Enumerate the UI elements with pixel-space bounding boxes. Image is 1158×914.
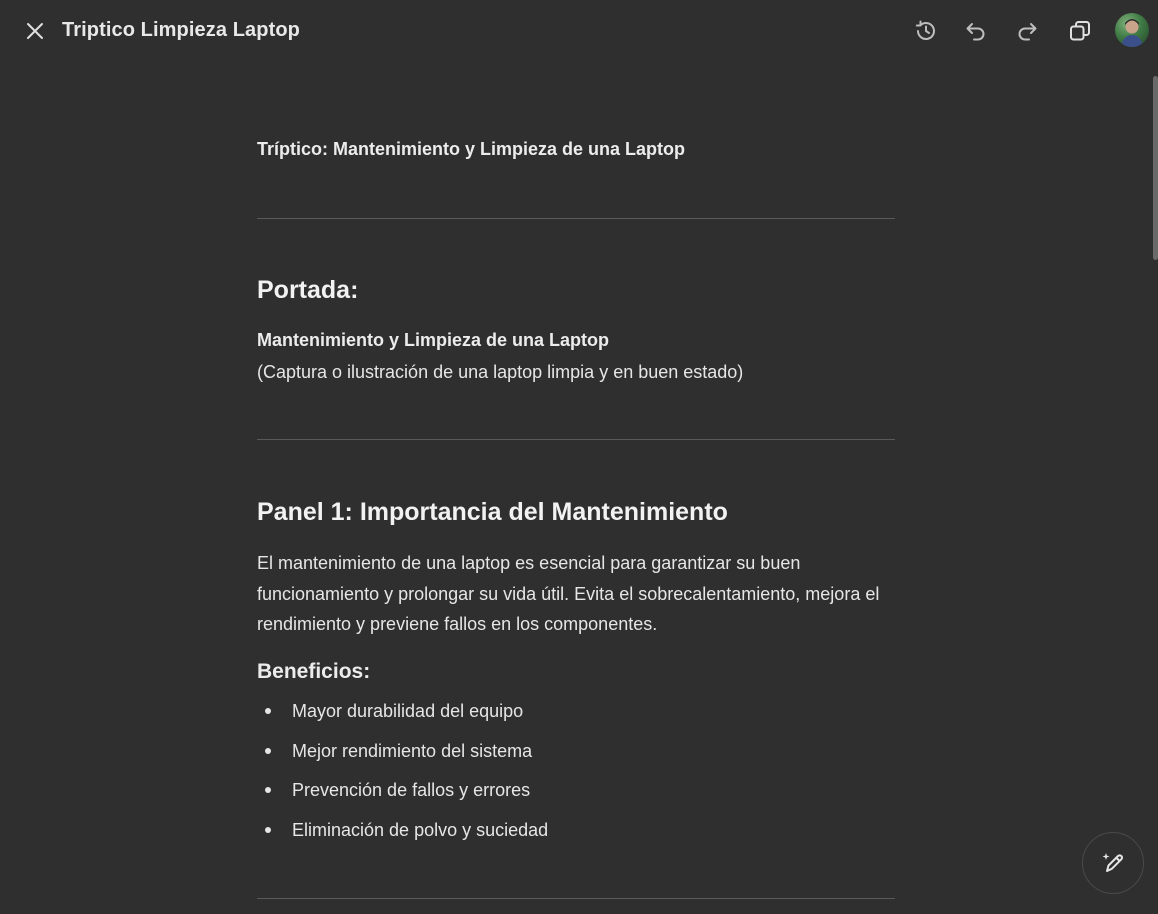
divider bbox=[257, 898, 895, 899]
avatar[interactable] bbox=[1115, 13, 1149, 47]
close-button[interactable] bbox=[22, 18, 48, 44]
list-item: Mejor rendimiento del sistema bbox=[257, 736, 548, 776]
history-button[interactable] bbox=[911, 16, 941, 46]
section-title-portada: Portada: bbox=[257, 276, 359, 304]
list-item: Eliminación de polvo y suciedad bbox=[257, 815, 548, 855]
bullet-icon bbox=[265, 826, 271, 833]
section-title-panel-1: Panel 1: Importancia del Mantenimiento bbox=[257, 498, 728, 526]
document-heading: Tríptico: Mantenimiento y Limpieza de un… bbox=[257, 139, 686, 159]
divider bbox=[257, 218, 895, 219]
list-item-text: Eliminación de polvo y suciedad bbox=[292, 819, 549, 840]
panel-1-paragraph: El mantenimiento de una laptop es esenci… bbox=[257, 553, 880, 634]
edit-suggestions-button[interactable] bbox=[1082, 832, 1144, 894]
benefits-heading: Beneficios: bbox=[257, 660, 371, 683]
undo-button[interactable] bbox=[961, 16, 991, 46]
close-icon bbox=[27, 23, 43, 39]
portada-subtitle: Mantenimiento y Limpieza de una Laptop bbox=[257, 330, 610, 350]
portada-note: (Captura o ilustración de una laptop lim… bbox=[257, 362, 744, 382]
list-item-text: Prevención de fallos y errores bbox=[292, 780, 531, 800]
bullet-icon bbox=[265, 747, 271, 754]
list-item-text: Mayor durabilidad del equipo bbox=[292, 701, 524, 721]
list-item-text: Mejor rendimiento del sistema bbox=[292, 740, 533, 761]
avatar-image bbox=[1121, 19, 1143, 47]
list-item: Mayor durabilidad del equipo bbox=[257, 696, 548, 736]
history-icon bbox=[915, 20, 935, 40]
edit-sparkle-icon bbox=[1102, 853, 1123, 872]
copy-button[interactable] bbox=[1065, 16, 1095, 46]
redo-icon bbox=[1018, 23, 1037, 41]
list-item: Prevención de fallos y errores bbox=[257, 775, 548, 815]
copy-icon bbox=[1070, 21, 1090, 41]
bullet-icon bbox=[265, 708, 271, 714]
bullet-icon bbox=[265, 787, 271, 793]
top-bar: Triptico Limpieza Laptop bbox=[0, 0, 1158, 62]
undo-icon bbox=[966, 23, 985, 41]
redo-button[interactable] bbox=[1012, 16, 1042, 46]
canvas-title: Triptico Limpieza Laptop bbox=[62, 19, 300, 41]
divider bbox=[257, 439, 895, 440]
scrollbar-thumb[interactable] bbox=[1153, 76, 1158, 260]
benefits-list: Mayor durabilidad del equipo Mejor rendi… bbox=[257, 696, 548, 854]
